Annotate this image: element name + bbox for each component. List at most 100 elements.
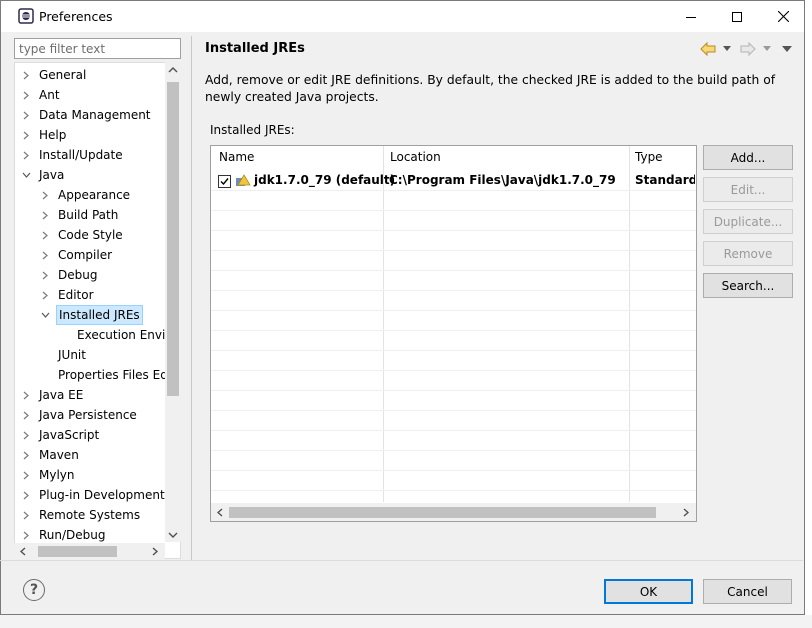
maximize-icon	[732, 11, 742, 22]
chevron-right-icon[interactable]	[20, 485, 32, 505]
table-row[interactable]: jdk1.7.0_79 (default) C:\Program Files\Ja…	[211, 170, 696, 190]
tree-item[interactable]: Debug	[15, 265, 165, 285]
chevron-right-icon[interactable]	[39, 185, 51, 205]
search-button[interactable]: Search...	[703, 273, 793, 298]
tree-item-label: Ant	[39, 88, 60, 102]
chevron-right-icon[interactable]	[39, 205, 51, 225]
tree-item[interactable]: Java EE	[15, 385, 165, 405]
maximize-button[interactable]	[714, 1, 760, 32]
tree-item[interactable]: Data Management	[15, 105, 165, 125]
cancel-button[interactable]: Cancel	[703, 579, 792, 604]
tree-item[interactable]: Mylyn	[15, 465, 165, 485]
tree-item[interactable]: Compiler	[15, 245, 165, 265]
tree-item[interactable]: Properties Files Ed	[15, 365, 168, 385]
tree-item[interactable]: Installed JREs	[15, 305, 165, 325]
scroll-left-icon[interactable]	[217, 508, 223, 517]
chevron-right-icon[interactable]	[20, 425, 32, 445]
chevron-right-icon[interactable]	[20, 85, 32, 105]
table-horizontal-thumb[interactable]	[229, 507, 656, 518]
tree-item[interactable]: Help	[15, 125, 165, 145]
row-gridline	[211, 390, 696, 391]
tree-item[interactable]: General	[15, 65, 165, 85]
chevron-right-icon[interactable]	[20, 445, 32, 465]
edit-button[interactable]: Edit...	[703, 177, 793, 202]
tree-item-label: Java Persistence	[39, 408, 137, 422]
scroll-down-icon[interactable]	[168, 532, 178, 538]
view-menu-icon[interactable]	[781, 46, 793, 53]
tree-item[interactable]: Install/Update	[15, 145, 165, 165]
close-button[interactable]	[760, 1, 806, 32]
tree-item[interactable]: Maven	[15, 445, 165, 465]
chevron-right-icon[interactable]	[20, 405, 32, 425]
tree-horizontal-thumb[interactable]	[38, 546, 117, 557]
tree-item-label: Java	[39, 168, 65, 182]
tree-item-label: Execution Envir	[77, 328, 171, 342]
row-gridline	[211, 210, 696, 211]
background-window-bottom	[0, 615, 812, 628]
chevron-right-icon[interactable]	[39, 245, 51, 265]
chevron-right-icon[interactable]	[20, 65, 32, 85]
forward-button[interactable]	[740, 41, 756, 59]
tree-item[interactable]: Editor	[15, 285, 165, 305]
page-description: Add, remove or edit JRE definitions. By …	[205, 73, 776, 104]
tree-item-label: Appearance	[58, 188, 131, 202]
page-title: Installed JREs	[205, 41, 305, 56]
row-gridline	[211, 230, 696, 231]
tree-item[interactable]: Plug-in Development	[15, 485, 165, 505]
tree-item[interactable]: Java Persistence	[15, 405, 165, 425]
column-divider[interactable]	[383, 146, 384, 502]
chevron-right-icon[interactable]	[20, 525, 32, 545]
chevron-right-icon[interactable]	[20, 465, 32, 485]
duplicate-button[interactable]: Duplicate...	[703, 209, 793, 234]
chevron-right-icon[interactable]	[39, 225, 51, 245]
row-gridline	[211, 490, 696, 491]
tree-item-label: Install/Update	[39, 148, 123, 162]
row-gridline	[211, 370, 696, 371]
tree-item[interactable]: JUnit	[15, 345, 165, 365]
minimize-icon	[686, 16, 696, 18]
installed-jres-label: Installed JREs:	[210, 123, 295, 137]
tree-item[interactable]: Ant	[15, 85, 165, 105]
row-gridline	[211, 350, 696, 351]
tree-item[interactable]: Java	[15, 165, 165, 185]
tree-item-label: JavaScript	[39, 428, 100, 442]
column-header-type[interactable]: Type	[635, 150, 663, 164]
column-header-location[interactable]: Location	[390, 150, 441, 164]
chevron-down-icon[interactable]	[20, 165, 32, 185]
chevron-right-icon[interactable]	[39, 285, 51, 305]
forward-menu-icon[interactable]	[763, 46, 771, 52]
chevron-right-icon[interactable]	[20, 145, 32, 165]
tree-item[interactable]: Run/Debug	[15, 525, 165, 545]
chevron-right-icon[interactable]	[20, 385, 32, 405]
tree-item[interactable]: Remote Systems	[15, 505, 165, 525]
minimize-button[interactable]	[668, 1, 714, 32]
filter-input[interactable]	[14, 38, 181, 59]
tree-vertical-thumb[interactable]	[167, 82, 179, 396]
back-button[interactable]	[700, 41, 716, 59]
chevron-right-icon[interactable]	[39, 265, 51, 285]
jre-location: C:\Program Files\Java\jdk1.7.0_79	[389, 173, 616, 187]
tree-item[interactable]: Build Path	[15, 205, 165, 225]
add-button[interactable]: Add...	[703, 145, 793, 170]
chevron-right-icon[interactable]	[20, 505, 32, 525]
tree-item[interactable]: JavaScript	[15, 425, 165, 445]
back-menu-icon[interactable]	[723, 46, 731, 52]
checkbox[interactable]	[218, 174, 231, 194]
chevron-right-icon[interactable]	[20, 105, 32, 125]
scroll-right-icon[interactable]	[683, 508, 689, 517]
scroll-up-icon[interactable]	[168, 67, 178, 73]
ok-button[interactable]: OK	[604, 579, 693, 604]
remove-button[interactable]: Remove	[703, 241, 793, 266]
help-icon[interactable]: ?	[23, 579, 45, 601]
column-header-name[interactable]: Name	[219, 150, 254, 164]
tree-item-label: Debug	[58, 268, 98, 282]
chevron-down-icon[interactable]	[39, 305, 51, 325]
scroll-right-icon[interactable]	[152, 547, 158, 556]
tree-item[interactable]: Appearance	[15, 185, 165, 205]
chevron-right-icon[interactable]	[20, 125, 32, 145]
tree-item[interactable]: Execution Envir	[15, 325, 170, 345]
scroll-left-icon[interactable]	[20, 547, 26, 556]
tree-item-label: Compiler	[58, 248, 113, 262]
tree-item[interactable]: Code Style	[15, 225, 165, 245]
column-divider[interactable]	[629, 146, 630, 502]
